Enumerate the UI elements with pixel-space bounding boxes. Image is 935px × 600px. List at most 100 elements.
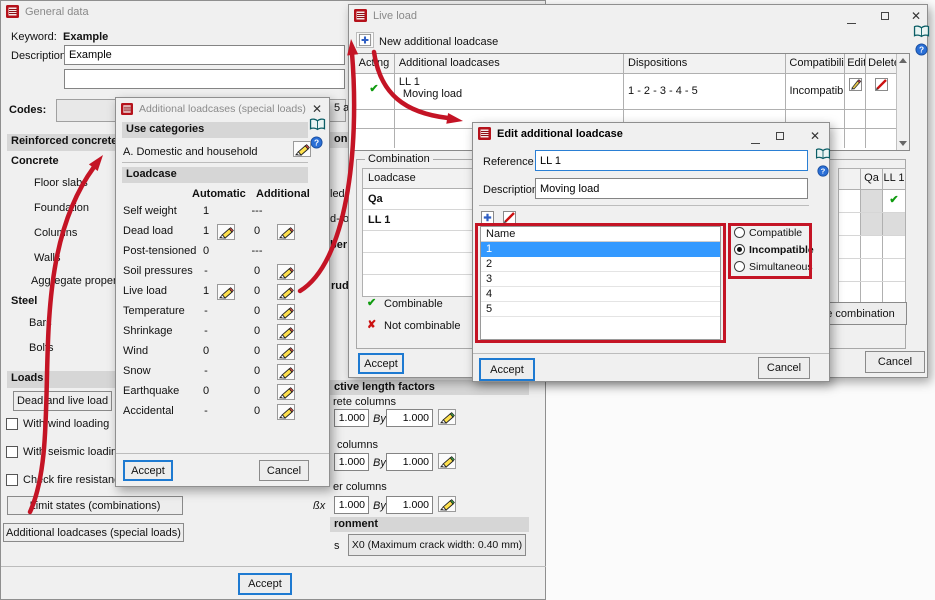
live-cancel-button[interactable]: Cancel bbox=[865, 351, 925, 373]
close-icon[interactable]: ✕ bbox=[312, 103, 322, 115]
auto-count: 0 bbox=[196, 345, 216, 357]
nav-item-foundation[interactable]: Foundation bbox=[34, 202, 89, 214]
edit-add-icon[interactable] bbox=[277, 284, 295, 300]
loadcase-row: Live load 1 0 bbox=[116, 284, 331, 302]
loadcase-row: Earthquake 0 0 bbox=[116, 384, 331, 402]
seismic-loading-checkbox[interactable] bbox=[6, 446, 18, 458]
maximize-icon[interactable] bbox=[881, 11, 889, 23]
general-accept-button[interactable]: Accept bbox=[238, 573, 292, 595]
description-input[interactable] bbox=[535, 178, 808, 199]
combination-loadcase-list: Loadcase Qa LL 1 bbox=[362, 168, 474, 297]
edit-add-icon[interactable] bbox=[277, 324, 295, 340]
docs-book-icon[interactable] bbox=[309, 118, 326, 134]
description2-input[interactable] bbox=[64, 69, 345, 89]
minimize-icon[interactable] bbox=[847, 15, 856, 27]
loadcase-row: Snow - 0 bbox=[116, 364, 331, 382]
not-combinable-legend-icon: ✘ bbox=[367, 318, 376, 331]
live-accept-button[interactable]: Accept bbox=[358, 353, 404, 374]
actions-header-fragment: ons bbox=[330, 132, 348, 148]
add-count: 0 bbox=[244, 265, 270, 277]
add-count: 0 bbox=[244, 325, 270, 337]
loadcase-list-item[interactable]: Qa bbox=[363, 189, 473, 210]
nav-item-columns[interactable]: Columns bbox=[34, 227, 77, 239]
nav-item-floor-slabs[interactable]: Floor slabs bbox=[34, 177, 88, 189]
col-compatibility: Compatibility bbox=[786, 54, 845, 73]
wind-loading-checkbox[interactable] bbox=[6, 418, 18, 430]
nav-group-steel: Steel bbox=[11, 295, 37, 307]
edit-row-icon[interactable] bbox=[848, 83, 863, 95]
nav-group-concrete: Concrete bbox=[11, 155, 59, 167]
help-icon[interactable] bbox=[310, 136, 323, 152]
beta-x-label: ßx bbox=[313, 500, 325, 512]
edit-add-icon[interactable] bbox=[277, 344, 295, 360]
factor-input[interactable] bbox=[386, 409, 433, 427]
addl-accept-button[interactable]: Accept bbox=[123, 460, 173, 481]
maximize-icon[interactable] bbox=[776, 131, 784, 143]
edit-auto-icon[interactable] bbox=[217, 224, 235, 240]
edit-add-icon[interactable] bbox=[277, 304, 295, 320]
auto-count: - bbox=[196, 365, 216, 377]
nav-item-walls[interactable]: Walls bbox=[34, 252, 60, 264]
edit-factor-icon[interactable] bbox=[438, 453, 456, 469]
loadcase-label: Soil pressures bbox=[123, 265, 193, 277]
matrix-col-ll1: LL 1 bbox=[883, 169, 905, 189]
nav-item-bars[interactable]: Bars bbox=[29, 317, 52, 329]
new-loadcase-label[interactable]: New additional loadcase bbox=[379, 36, 498, 48]
edit-category-icon[interactable] bbox=[293, 141, 311, 157]
edit-loadcase-dialog: Edit additional loadcase ✕ Reference Des… bbox=[472, 122, 830, 382]
loadcase-row: Soil pressures - 0 bbox=[116, 264, 331, 282]
add-count: --- bbox=[244, 205, 270, 217]
close-icon[interactable]: ✕ bbox=[810, 130, 820, 142]
auto-count: 1 bbox=[196, 225, 216, 237]
help-icon[interactable] bbox=[817, 165, 829, 180]
col-acting: Acting bbox=[354, 54, 395, 73]
factor-input[interactable] bbox=[386, 453, 433, 471]
loadcase-table-row[interactable]: ✔ LL 1 Moving load 1 - 2 - 3 - 4 - 5 Inc… bbox=[354, 74, 909, 110]
docs-book-icon[interactable] bbox=[815, 148, 831, 163]
edit-cancel-button[interactable]: Cancel bbox=[758, 357, 810, 379]
loadcase-label: Wind bbox=[123, 345, 148, 357]
edit-auto-icon[interactable] bbox=[217, 284, 235, 300]
help-icon[interactable] bbox=[915, 43, 928, 59]
table-scrollbar[interactable] bbox=[896, 54, 909, 150]
dead-and-live-load-button[interactable]: Dead and live load bbox=[13, 391, 112, 411]
col-dispositions: Dispositions bbox=[624, 54, 786, 73]
new-loadcase-icon[interactable] bbox=[356, 32, 374, 48]
factor-input[interactable] bbox=[334, 453, 369, 471]
minimize-icon[interactable] bbox=[751, 135, 760, 147]
additional-loadcases-button[interactable]: Additional loadcases (special loads) bbox=[3, 523, 184, 542]
combinable-check-icon: ✔ bbox=[889, 194, 898, 206]
edit-add-icon[interactable] bbox=[277, 364, 295, 380]
edit-add-icon[interactable] bbox=[277, 224, 295, 240]
delete-row-icon[interactable] bbox=[874, 83, 889, 95]
combination-matrix: Qa LL 1 ✔ bbox=[838, 168, 906, 305]
nav-selected[interactable]: Reinforced concrete bbox=[7, 134, 115, 151]
reference-input[interactable] bbox=[535, 150, 808, 171]
matrix-row bbox=[839, 213, 905, 236]
steel-columns-label: columns bbox=[337, 439, 378, 451]
limit-states-button[interactable]: Limit states (combinations) bbox=[7, 496, 183, 515]
row-dispositions: 1 - 2 - 3 - 4 - 5 bbox=[624, 74, 786, 109]
beams-crack-width-button[interactable]: X0 (Maximum crack width: 0.40 mm) bbox=[348, 534, 526, 556]
edit-add-icon[interactable] bbox=[277, 384, 295, 400]
factor-input[interactable] bbox=[334, 409, 369, 427]
loadcase-label: Live load bbox=[123, 285, 167, 297]
add-count: 0 bbox=[244, 345, 270, 357]
nav-item-bolts[interactable]: Bolts bbox=[29, 342, 53, 354]
factor-input[interactable] bbox=[334, 496, 369, 514]
description-input[interactable] bbox=[64, 45, 345, 65]
loadcase-list-item[interactable]: LL 1 bbox=[363, 210, 473, 231]
description-label: Description: bbox=[11, 50, 69, 62]
addl-cancel-button[interactable]: Cancel bbox=[259, 460, 309, 481]
loadcase-list-empty bbox=[363, 253, 473, 275]
docs-book-icon[interactable] bbox=[913, 25, 930, 41]
close-icon[interactable]: ✕ bbox=[911, 10, 921, 22]
factor-input[interactable] bbox=[386, 496, 433, 514]
fire-resistance-checkbox[interactable] bbox=[6, 474, 18, 486]
edit-add-icon[interactable] bbox=[277, 264, 295, 280]
dialog-title: Additional loadcases (special loads) bbox=[139, 103, 306, 115]
edit-factor-icon[interactable] bbox=[438, 496, 456, 512]
edit-factor-icon[interactable] bbox=[438, 409, 456, 425]
edit-add-icon[interactable] bbox=[277, 404, 295, 420]
edit-accept-button[interactable]: Accept bbox=[479, 358, 535, 381]
